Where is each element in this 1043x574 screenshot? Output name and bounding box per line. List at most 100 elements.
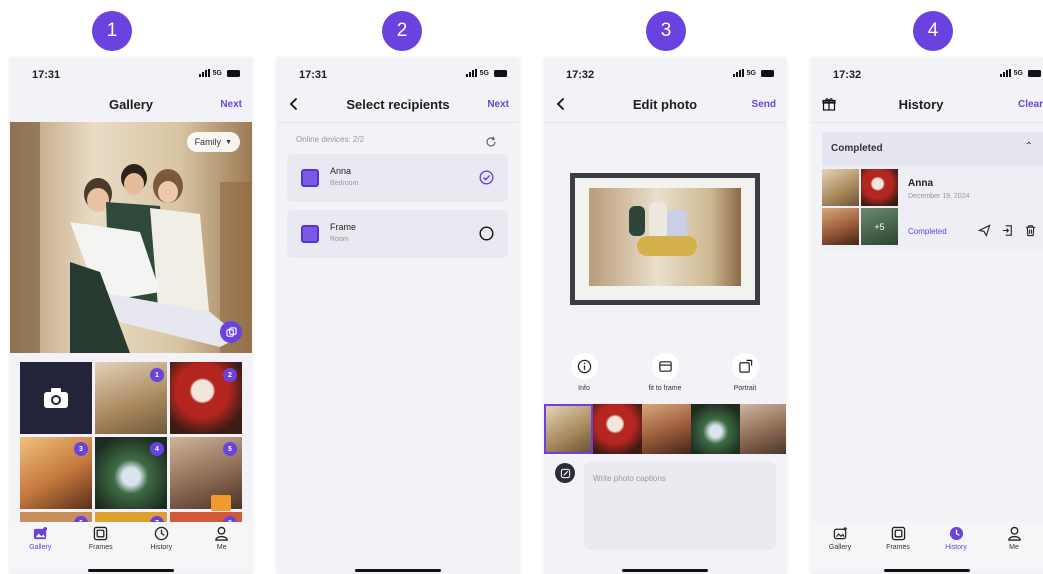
next-button[interactable]: Next [487, 99, 509, 110]
next-button[interactable]: Next [220, 99, 242, 110]
device-room: Room [330, 236, 349, 243]
status-bar: 17:32 5G [811, 58, 1043, 88]
fit-to-frame-icon [658, 361, 672, 372]
trash-icon[interactable] [1024, 224, 1037, 237]
tab-frames[interactable]: Frames [75, 522, 127, 570]
signal-icon [198, 69, 210, 77]
status-bar: 17:31 5G [277, 58, 519, 88]
navbar: Gallery Next [10, 88, 252, 122]
strip-photo[interactable] [642, 404, 691, 454]
caption-avatar [555, 463, 575, 483]
caption-input[interactable]: Write photo captions [584, 462, 776, 550]
entry-name: Anna [908, 178, 933, 189]
phone-select-recipients: 17:31 5G Select recipients Next Online d… [277, 58, 519, 574]
tool-label: Info [578, 385, 590, 392]
caret-down-icon: ▼ [225, 138, 232, 146]
refresh-icon[interactable] [485, 136, 497, 148]
strip-photo-selected[interactable] [544, 404, 593, 454]
clear-button[interactable]: Clear [1018, 99, 1043, 110]
battery-icon [761, 69, 774, 77]
fit-to-frame-tool[interactable]: fit to frame [635, 353, 695, 392]
battery-icon [227, 69, 240, 77]
strip-photo[interactable] [593, 404, 642, 454]
multi-select-button[interactable] [220, 321, 242, 343]
strip-photo[interactable] [740, 404, 786, 454]
unchecked-icon[interactable] [479, 226, 494, 241]
status-indicators: 5G [198, 69, 240, 77]
signal-icon [465, 69, 477, 77]
entry-thumb [822, 208, 859, 245]
device-card[interactable]: Frame Room [287, 210, 508, 258]
signal-icon [999, 69, 1011, 77]
camera-icon [44, 388, 68, 408]
thumb-badge: 5 [223, 442, 237, 456]
tab-frames[interactable]: Frames [872, 522, 924, 570]
tab-label: History [945, 544, 967, 551]
person-icon [1007, 526, 1021, 541]
gallery-icon [833, 526, 847, 540]
tab-history[interactable]: History [135, 522, 187, 570]
history-entry[interactable]: +5 Anna December 19, 2024 Completed [822, 166, 1043, 250]
entry-thumb-more: +5 [861, 208, 898, 245]
tab-history[interactable]: History [930, 522, 982, 570]
selected-photo-preview[interactable]: Family ▼ [10, 122, 252, 353]
fit-tool-button [651, 353, 679, 380]
divider [544, 122, 786, 123]
clock-icon [949, 526, 963, 541]
step-badge-2: 2 [382, 11, 422, 51]
entry-status: Completed [908, 227, 947, 236]
frame-preview[interactable] [570, 173, 760, 305]
checked-icon[interactable] [479, 170, 494, 185]
phone-gallery: 17:31 5G Gallery Next Family ▼ 1 2 3 4 5… [10, 58, 252, 574]
page-title: Gallery [108, 97, 154, 112]
tab-me[interactable]: Me [988, 522, 1040, 570]
device-name: Frame [330, 222, 357, 232]
strip-photo[interactable] [691, 404, 740, 454]
tab-gallery[interactable]: Gallery [14, 522, 66, 570]
entry-thumb [861, 169, 898, 206]
info-tool[interactable]: Info [554, 353, 614, 392]
status-indicators: 5G [732, 69, 774, 77]
tab-gallery[interactable]: Gallery [814, 522, 866, 570]
status-time: 17:32 [833, 69, 862, 81]
more-count: +5 [874, 221, 885, 232]
phone-edit-photo: 17:32 5G Edit photo Send Info fit to fra… [544, 58, 786, 574]
page-title: History [898, 97, 944, 112]
status-time: 17:31 [299, 69, 328, 81]
device-room: Bedroom [330, 180, 359, 187]
tool-label: fit to frame [648, 385, 682, 392]
divider [277, 122, 519, 123]
network-label: 5G [479, 69, 489, 77]
tab-label: Me [1009, 544, 1019, 551]
edit-caption-icon [560, 468, 570, 478]
tab-label: History [150, 544, 173, 551]
gallery-icon [33, 526, 47, 540]
network-label: 5G [746, 69, 756, 77]
home-indicator [622, 569, 708, 572]
phone-history: 17:32 5G History Clear Completed ⌃ +5 An… [811, 58, 1043, 574]
gift-icon[interactable] [211, 495, 231, 511]
status-bar: 17:32 5G [544, 58, 786, 88]
album-selector[interactable]: Family ▼ [186, 132, 240, 152]
thumb-badge: 3 [74, 442, 88, 456]
tab-bar: Gallery Frames History Me [811, 522, 1043, 570]
tab-label: Gallery [29, 544, 52, 551]
camera-tile[interactable] [20, 362, 92, 434]
send-button[interactable]: Send [752, 99, 776, 110]
entry-thumb [822, 169, 859, 206]
step-badge-3: 3 [646, 11, 686, 51]
tab-bar: Gallery Frames History Me [10, 522, 252, 570]
tool-label: Portrait [733, 385, 757, 392]
tab-label: Frames [88, 544, 113, 551]
navbar: History Clear [811, 88, 1043, 122]
album-selector-label: Family [194, 137, 222, 147]
status-indicators: 5G [999, 69, 1041, 77]
section-header-completed[interactable]: Completed ⌃ [822, 132, 1043, 166]
export-icon[interactable] [1001, 224, 1014, 237]
send-icon[interactable] [978, 224, 991, 237]
tab-me[interactable]: Me [196, 522, 248, 570]
portrait-tool[interactable]: Portrait [715, 353, 775, 392]
device-card[interactable]: Anna Bedroom [287, 154, 508, 202]
network-label: 5G [212, 69, 222, 77]
status-bar: 17:31 5G [10, 58, 252, 88]
